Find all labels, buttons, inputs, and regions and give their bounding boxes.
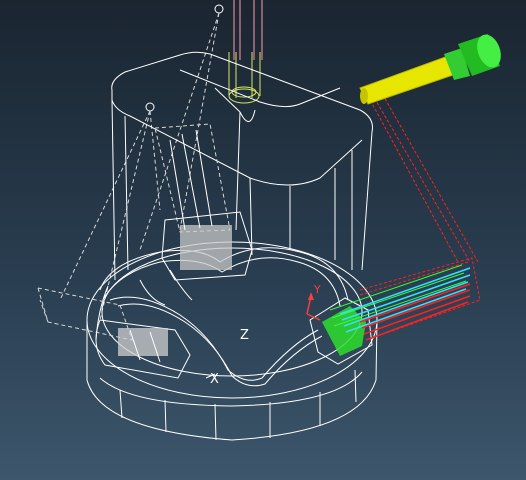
cutting-tool-icon[interactable] xyxy=(359,31,505,105)
spindle-axis-lines xyxy=(233,0,263,60)
axis-triad-icon: Z X xyxy=(205,328,249,387)
tool-approach-lines xyxy=(367,89,479,263)
axis-z-label: Z xyxy=(240,328,249,343)
machining-scene[interactable]: Z X Y xyxy=(0,0,526,480)
cad-3d-viewport[interactable]: Z X Y xyxy=(0,0,526,480)
left-port-fixture xyxy=(37,287,191,379)
part-tower-wireframe xyxy=(111,51,373,281)
center-pocket xyxy=(154,123,253,281)
toolpath-region xyxy=(309,257,481,365)
axis-y-label: Y xyxy=(313,283,321,296)
